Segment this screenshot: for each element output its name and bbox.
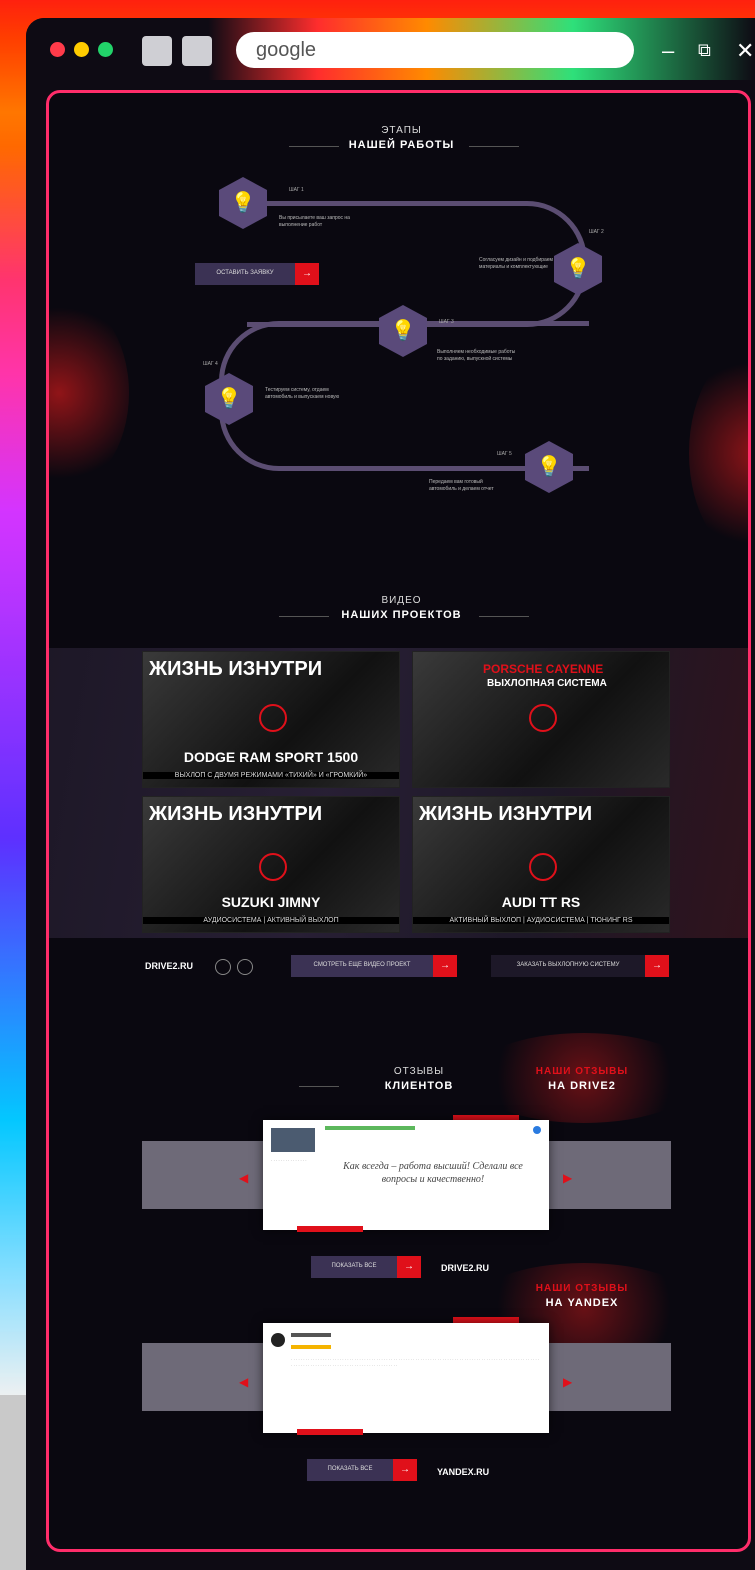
button-label: ПОКАЗАТЬ ВСЕ: [331, 1263, 377, 1269]
youtube-circle-icon[interactable]: [237, 959, 253, 975]
avatar: [271, 1333, 285, 1347]
social-circle-icon[interactable]: [215, 959, 231, 975]
review-card-yandex[interactable]: · · · · · · · · · · · · · · · · · · · · …: [263, 1323, 549, 1433]
video-title: ВЫХЛОПНАЯ СИСТЕМА: [487, 678, 607, 689]
maximize-dot-icon[interactable]: [98, 42, 113, 57]
drive2-reviews-small: НАШИ ОТЗЫВЫ: [535, 1066, 629, 1077]
more-videos-button[interactable]: СМОТРЕТЬ ЕЩЕ ВИДЕО ПРОЕКТ →: [291, 955, 457, 977]
show-all-drive2-button[interactable]: ПОКАЗАТЬ ВСЕ →: [311, 1256, 421, 1278]
step-text: Согласуем дизайн и подбираем материалы и…: [479, 257, 553, 270]
arrow-right-icon[interactable]: ▶: [563, 1375, 572, 1389]
arrow-right-icon[interactable]: ▶: [563, 1171, 572, 1185]
step-label: ШАГ 2: [589, 229, 604, 235]
video-subtitle: АУДИОСИСТЕМА | АКТИВНЫЙ ВЫХЛОП: [143, 917, 399, 924]
divider: [469, 146, 519, 147]
review-card-drive2[interactable]: · · · · · · · · · · · · · · · Как всегда…: [263, 1120, 549, 1230]
drive2-logo[interactable]: DRIVE2.RU: [441, 1263, 489, 1273]
arrow-right-icon: →: [645, 955, 669, 977]
arrow-right-icon: →: [397, 1256, 421, 1278]
accent-bar: [297, 1429, 363, 1435]
rating-stars: [291, 1345, 331, 1349]
step-label: ШАГ 3: [439, 319, 454, 325]
restore-window-icon[interactable]: ⧉: [698, 40, 711, 61]
show-all-yandex-button[interactable]: ПОКАЗАТЬ ВСЕ →: [307, 1459, 417, 1481]
order-exhaust-button[interactable]: ЗАКАЗАТЬ ВЫХЛОПНУЮ СИСТЕМУ →: [491, 955, 669, 977]
step-label: ШАГ 4: [203, 361, 218, 367]
red-glow: [469, 1033, 699, 1123]
arrow-right-icon: →: [433, 955, 457, 977]
forward-button[interactable]: [182, 36, 212, 66]
drive2-reviews-title: НА DRIVE2: [548, 1080, 616, 1092]
stages-small-title: ЭТАПЫ: [381, 125, 422, 136]
target-circle-icon: [259, 704, 287, 732]
target-circle-icon: [529, 704, 557, 732]
video-thumbnail-dodge[interactable]: ЖИЗНЬ ИЗНУТРИ DODGE RAM SPORT 1500 ВЫХЛО…: [142, 651, 400, 788]
drive2-logo[interactable]: DRIVE2.RU: [145, 961, 193, 971]
videos-title: НАШИХ ПРОЕКТОВ: [341, 609, 462, 621]
screenshot: google – ⧉ ✕ ЭТАПЫ НАШЕЙ РАБОТЫ 💡 💡 💡 💡 …: [0, 0, 755, 1570]
address-text: google: [256, 39, 317, 61]
stages-title: НАШЕЙ РАБОТЫ: [348, 139, 455, 151]
video-title-top: ЖИЗНЬ ИЗНУТРИ: [419, 803, 593, 825]
video-title: AUDI TT RS: [501, 894, 581, 910]
video-thumbnail-suzuki[interactable]: ЖИЗНЬ ИЗНУТРИ SUZUKI JIMNY АУДИОСИСТЕМА …: [142, 796, 400, 933]
arrow-left-icon[interactable]: ◀: [239, 1375, 248, 1389]
button-label: ОСТАВИТЬ ЗАЯВКУ: [216, 270, 274, 276]
button-label: ЗАКАЗАТЬ ВЫХЛОПНУЮ СИСТЕМУ: [516, 962, 620, 968]
accent-bar: [297, 1226, 363, 1232]
video-title-top: ЖИЗНЬ ИЗНУТРИ: [149, 658, 323, 680]
yandex-logo[interactable]: YANDEX.RU: [437, 1467, 489, 1477]
arrow-left-icon[interactable]: ◀: [239, 1171, 248, 1185]
avatar: [271, 1128, 315, 1152]
button-label: ПОКАЗАТЬ ВСЕ: [327, 1466, 373, 1472]
video-title: DODGE RAM SPORT 1500: [183, 749, 359, 765]
step-text: Передаем вам готовый автомобиль и делаем…: [429, 479, 494, 492]
close-window-icon[interactable]: ✕: [736, 38, 754, 64]
red-glow: [689, 343, 748, 563]
video-title: SUZUKI JIMNY: [221, 894, 321, 910]
step-text: Выполняем необходимые работы по заданию,…: [437, 349, 516, 362]
minimize-window-icon[interactable]: –: [662, 38, 674, 64]
divider: [279, 616, 329, 617]
step-text: Тестируем систему, отдаем автомобиль и в…: [265, 387, 340, 400]
back-button[interactable]: [142, 36, 172, 66]
review-quote: Как всегда – работа высший! Сделали все …: [343, 1161, 523, 1185]
close-dot-icon[interactable]: [50, 42, 65, 57]
target-circle-icon: [259, 853, 287, 881]
info-icon: [533, 1126, 541, 1134]
arrow-right-icon: →: [295, 263, 319, 285]
video-subtitle: ВЫХЛОП С ДВУМЯ РЕЖИМАМИ «ТИХИЙ» И «ГРОМК…: [143, 772, 399, 779]
video-thumbnail-audi[interactable]: ЖИЗНЬ ИЗНУТРИ AUDI TT RS АКТИВНЫЙ ВЫХЛОП…: [412, 796, 670, 933]
step-label: ШАГ 1: [289, 187, 304, 193]
divider: [479, 616, 529, 617]
yandex-reviews-title: НА YANDEX: [545, 1297, 619, 1309]
video-thumbnail-porsche[interactable]: PORSCHE CAYENNE ВЫХЛОПНАЯ СИСТЕМА: [412, 651, 670, 788]
divider: [299, 1086, 339, 1087]
reviewer-name: [291, 1333, 331, 1337]
step-label: ШАГ 5: [497, 451, 512, 457]
video-subtitle: АКТИВНЫЙ ВЫХЛОП | АУДИОСИСТЕМА | ТЮНИНГ …: [413, 917, 669, 924]
videos-small-title: ВИДЕО: [381, 595, 422, 606]
web-page: ЭТАПЫ НАШЕЙ РАБОТЫ 💡 💡 💡 💡 💡 ШАГ 1 Вы пр…: [46, 90, 751, 1552]
button-label: СМОТРЕТЬ ЕЩЕ ВИДЕО ПРОЕКТ: [313, 962, 411, 968]
minimize-dot-icon[interactable]: [74, 42, 89, 57]
arrow-right-icon: →: [393, 1459, 417, 1481]
review-body: · · · · · · · · · · · · · · · · · · · · …: [291, 1357, 540, 1368]
review-meta: · · · · · · · · · · · · · · ·: [271, 1158, 307, 1163]
yandex-reviews-small: НАШИ ОТЗЫВЫ: [535, 1283, 629, 1294]
review-header-bar: [325, 1126, 415, 1130]
target-circle-icon: [529, 853, 557, 881]
video-title-top: ЖИЗНЬ ИЗНУТРИ: [149, 803, 323, 825]
leave-request-button[interactable]: ОСТАВИТЬ ЗАЯВКУ →: [195, 263, 319, 285]
address-bar[interactable]: google: [236, 32, 634, 68]
red-glow: [49, 293, 129, 493]
divider: [289, 146, 339, 147]
video-title-top: PORSCHE CAYENNE: [483, 662, 604, 676]
step-text: Вы присылаете ваш запрос на выполнение р…: [279, 215, 350, 228]
